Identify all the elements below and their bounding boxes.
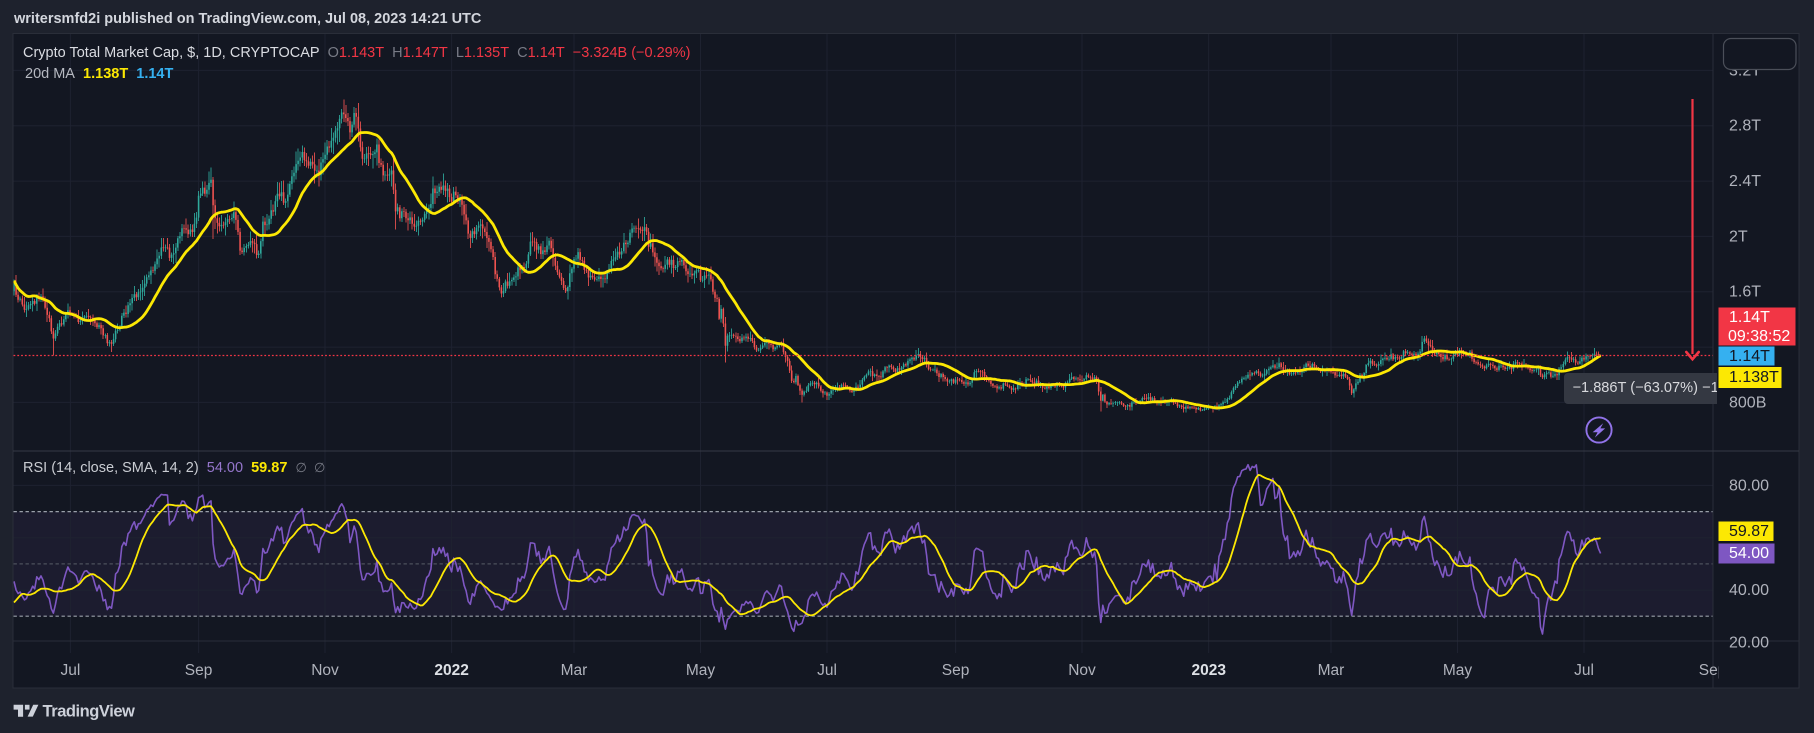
svg-text:2.8T: 2.8T: [1729, 118, 1761, 135]
svg-text:2.4T: 2.4T: [1729, 173, 1761, 190]
svg-text:Nov: Nov: [1068, 662, 1096, 679]
svg-text:2023: 2023: [1191, 662, 1226, 679]
svg-text:1.14T: 1.14T: [1729, 309, 1770, 326]
svg-text:Sep: Sep: [942, 662, 970, 679]
svg-text:TradingView: TradingView: [43, 703, 136, 721]
svg-text:May: May: [1443, 662, 1473, 679]
svg-text:59.87: 59.87: [1729, 523, 1769, 540]
svg-text:800B: 800B: [1729, 394, 1766, 411]
svg-text:80.00: 80.00: [1729, 477, 1769, 494]
svg-text:1.14T: 1.14T: [1729, 348, 1770, 365]
svg-text:2022: 2022: [434, 662, 468, 679]
svg-text:20.00: 20.00: [1729, 634, 1769, 651]
svg-text:Nov: Nov: [311, 662, 339, 679]
svg-text:Jul: Jul: [60, 662, 80, 679]
svg-text:Sep: Sep: [185, 662, 213, 679]
svg-text:09:38:52: 09:38:52: [1728, 328, 1790, 345]
svg-text:2T: 2T: [1729, 228, 1748, 245]
svg-text:Jul: Jul: [1574, 662, 1594, 679]
svg-text:May: May: [686, 662, 716, 679]
svg-text:Mar: Mar: [561, 662, 588, 679]
svg-text:40.00: 40.00: [1729, 582, 1769, 599]
svg-text:1.6T: 1.6T: [1729, 284, 1761, 301]
svg-text:1.138T: 1.138T: [1729, 369, 1779, 386]
svg-text:Mar: Mar: [1318, 662, 1345, 679]
svg-text:54.00: 54.00: [1729, 545, 1769, 562]
svg-text:Jul: Jul: [817, 662, 837, 679]
